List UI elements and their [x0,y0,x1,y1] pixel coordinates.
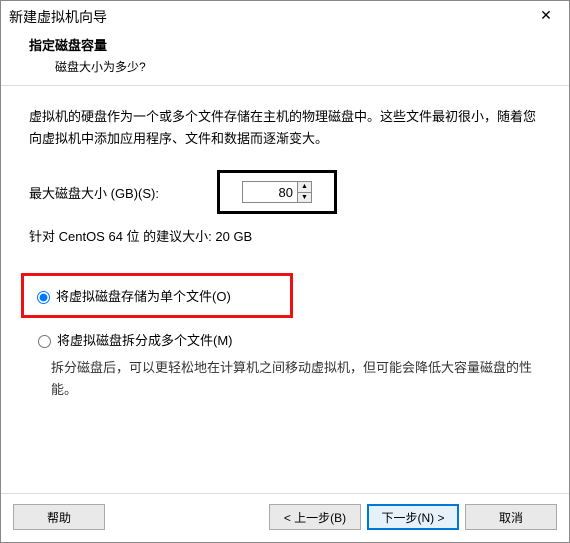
header-subtitle: 磁盘大小为多少? [29,58,569,75]
radio-single-input[interactable] [37,291,50,304]
disk-size-input[interactable] [243,182,297,202]
back-button[interactable]: < 上一步(B) [269,504,361,530]
radio-single-label: 将虚拟磁盘存储为单个文件(O) [56,286,231,305]
radio-single-file[interactable]: 将虚拟磁盘存储为单个文件(O) [28,284,286,307]
disk-size-label: 最大磁盘大小 (GB)(S): [29,183,229,202]
wizard-window: 新建虚拟机向导 ✕ 指定磁盘容量 磁盘大小为多少? 虚拟机的硬盘作为一个或多个文… [0,0,570,543]
disk-size-row: 最大磁盘大小 (GB)(S): ▲ ▼ [29,170,541,214]
next-button[interactable]: 下一步(N) > [367,504,459,530]
split-description: 拆分磁盘后，可以更轻松地在计算机之间移动虚拟机，但可能会降低大容量磁盘的性能。 [29,351,541,401]
radio-split-input[interactable] [38,335,51,348]
help-button[interactable]: 帮助 [13,504,105,530]
disk-size-spinner[interactable]: ▲ ▼ [242,181,312,203]
titlebar: 新建虚拟机向导 ✕ [1,1,569,31]
spinner-down-icon[interactable]: ▼ [298,193,311,203]
cancel-button[interactable]: 取消 [465,504,557,530]
spinner-buttons: ▲ ▼ [297,182,311,202]
wizard-content: 虚拟机的硬盘作为一个或多个文件存储在主机的物理磁盘中。这些文件最初很小，随着您向… [1,86,569,493]
close-icon[interactable]: ✕ [529,6,563,28]
window-title: 新建虚拟机向导 [9,7,107,27]
disk-size-highlight: ▲ ▼ [217,170,337,214]
wizard-header: 指定磁盘容量 磁盘大小为多少? [1,31,569,85]
radio-split-label: 将虚拟磁盘拆分成多个文件(M) [57,330,233,349]
intro-text: 虚拟机的硬盘作为一个或多个文件存储在主机的物理磁盘中。这些文件最初很小，随着您向… [29,106,541,150]
header-title: 指定磁盘容量 [29,35,569,54]
spinner-up-icon[interactable]: ▲ [298,182,311,193]
single-file-highlight: 将虚拟磁盘存储为单个文件(O) [21,273,293,318]
recommend-text: 针对 CentOS 64 位 的建议大小: 20 GB [29,226,541,245]
wizard-footer: 帮助 < 上一步(B) 下一步(N) > 取消 [1,493,569,542]
radio-split-file[interactable]: 将虚拟磁盘拆分成多个文件(M) [29,328,541,351]
